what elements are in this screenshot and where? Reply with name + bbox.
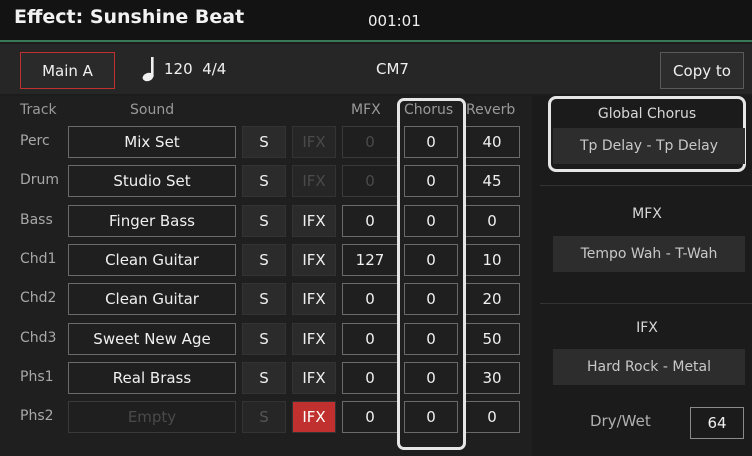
solo-button[interactable]: S xyxy=(242,362,286,394)
solo-button[interactable]: S xyxy=(242,165,286,197)
mfx-value[interactable]: 0 xyxy=(342,401,398,433)
divider xyxy=(540,303,752,304)
sound-button[interactable]: Sweet New Age xyxy=(68,323,236,355)
ifx-label: IFX xyxy=(636,320,658,336)
solo-button[interactable]: S xyxy=(242,126,286,158)
sound-button[interactable]: Clean Guitar xyxy=(68,244,236,276)
ifx-button[interactable]: IFX xyxy=(292,283,336,315)
solo-button[interactable]: S xyxy=(242,283,286,315)
ifx-button[interactable]: IFX xyxy=(292,126,336,158)
chord-display: CM7 xyxy=(376,60,409,78)
track-name: Chd3 xyxy=(20,330,57,346)
ifx-button[interactable]: IFX xyxy=(292,165,336,197)
ifx-select[interactable]: Hard Rock - Metal xyxy=(553,349,745,385)
tempo-value: 120 xyxy=(164,60,193,78)
drywet-value[interactable]: 64 xyxy=(690,407,744,439)
mfx-value[interactable]: 0 xyxy=(342,362,398,394)
page-title: Effect: Sunshine Beat xyxy=(14,6,245,28)
solo-button[interactable]: S xyxy=(242,244,286,276)
sound-button[interactable]: Studio Set xyxy=(68,165,236,197)
chorus-column-highlight xyxy=(397,98,466,450)
tempo-display[interactable]: 120 4/4 xyxy=(164,60,226,78)
ifx-button[interactable]: IFX xyxy=(292,362,336,394)
col-header-track: Track xyxy=(20,102,57,118)
reverb-value[interactable]: 0 xyxy=(464,401,520,433)
mfx-value[interactable]: 0 xyxy=(342,126,398,158)
track-name: Drum xyxy=(20,172,60,188)
sound-button[interactable]: Real Brass xyxy=(68,362,236,394)
reverb-value[interactable]: 20 xyxy=(464,283,520,315)
track-name: Phs2 xyxy=(20,408,54,424)
reverb-value[interactable]: 10 xyxy=(464,244,520,276)
reverb-value[interactable]: 50 xyxy=(464,323,520,355)
global-chorus-label: Global Chorus xyxy=(597,106,697,122)
track-name: Chd1 xyxy=(20,251,57,267)
reverb-value[interactable]: 0 xyxy=(464,205,520,237)
mfx-value[interactable]: 0 xyxy=(342,283,398,315)
mfx-label: MFX xyxy=(632,206,662,222)
mfx-value[interactable]: 127 xyxy=(342,244,398,276)
track-name: Chd2 xyxy=(20,290,57,306)
track-name: Bass xyxy=(20,212,53,228)
drywet-label: Dry/Wet xyxy=(590,412,651,430)
reverb-value[interactable]: 45 xyxy=(464,165,520,197)
copy-to-button[interactable]: Copy to xyxy=(660,52,744,89)
col-header-sound: Sound xyxy=(130,102,175,118)
sound-button[interactable]: Empty xyxy=(68,401,236,433)
mfx-value[interactable]: 0 xyxy=(342,165,398,197)
quarter-note-icon xyxy=(142,57,154,82)
solo-button[interactable]: S xyxy=(242,205,286,237)
global-chorus-select[interactable]: Tp Delay - Tp Delay xyxy=(553,128,745,164)
reverb-value[interactable]: 40 xyxy=(464,126,520,158)
track-name: Perc xyxy=(20,133,50,149)
reverb-value[interactable]: 30 xyxy=(464,362,520,394)
ifx-button[interactable]: IFX xyxy=(292,205,336,237)
sound-button[interactable]: Mix Set xyxy=(68,126,236,158)
col-header-mfx: MFX xyxy=(351,102,381,118)
sound-button[interactable]: Clean Guitar xyxy=(68,283,236,315)
ifx-button[interactable]: IFX xyxy=(292,323,336,355)
mfx-value[interactable]: 0 xyxy=(342,205,398,237)
col-header-reverb: Reverb xyxy=(466,102,516,118)
ifx-button[interactable]: IFX xyxy=(292,244,336,276)
ifx-button[interactable]: IFX xyxy=(292,401,336,433)
mfx-select[interactable]: Tempo Wah - T-Wah xyxy=(553,236,745,272)
mfx-value[interactable]: 0 xyxy=(342,323,398,355)
track-name: Phs1 xyxy=(20,369,54,385)
timecode: 001:01 xyxy=(368,12,421,30)
solo-button[interactable]: S xyxy=(242,401,286,433)
divider xyxy=(540,185,752,186)
time-signature: 4/4 xyxy=(202,60,227,78)
section-button[interactable]: Main A xyxy=(20,52,115,89)
solo-button[interactable]: S xyxy=(242,323,286,355)
sound-button[interactable]: Finger Bass xyxy=(68,205,236,237)
